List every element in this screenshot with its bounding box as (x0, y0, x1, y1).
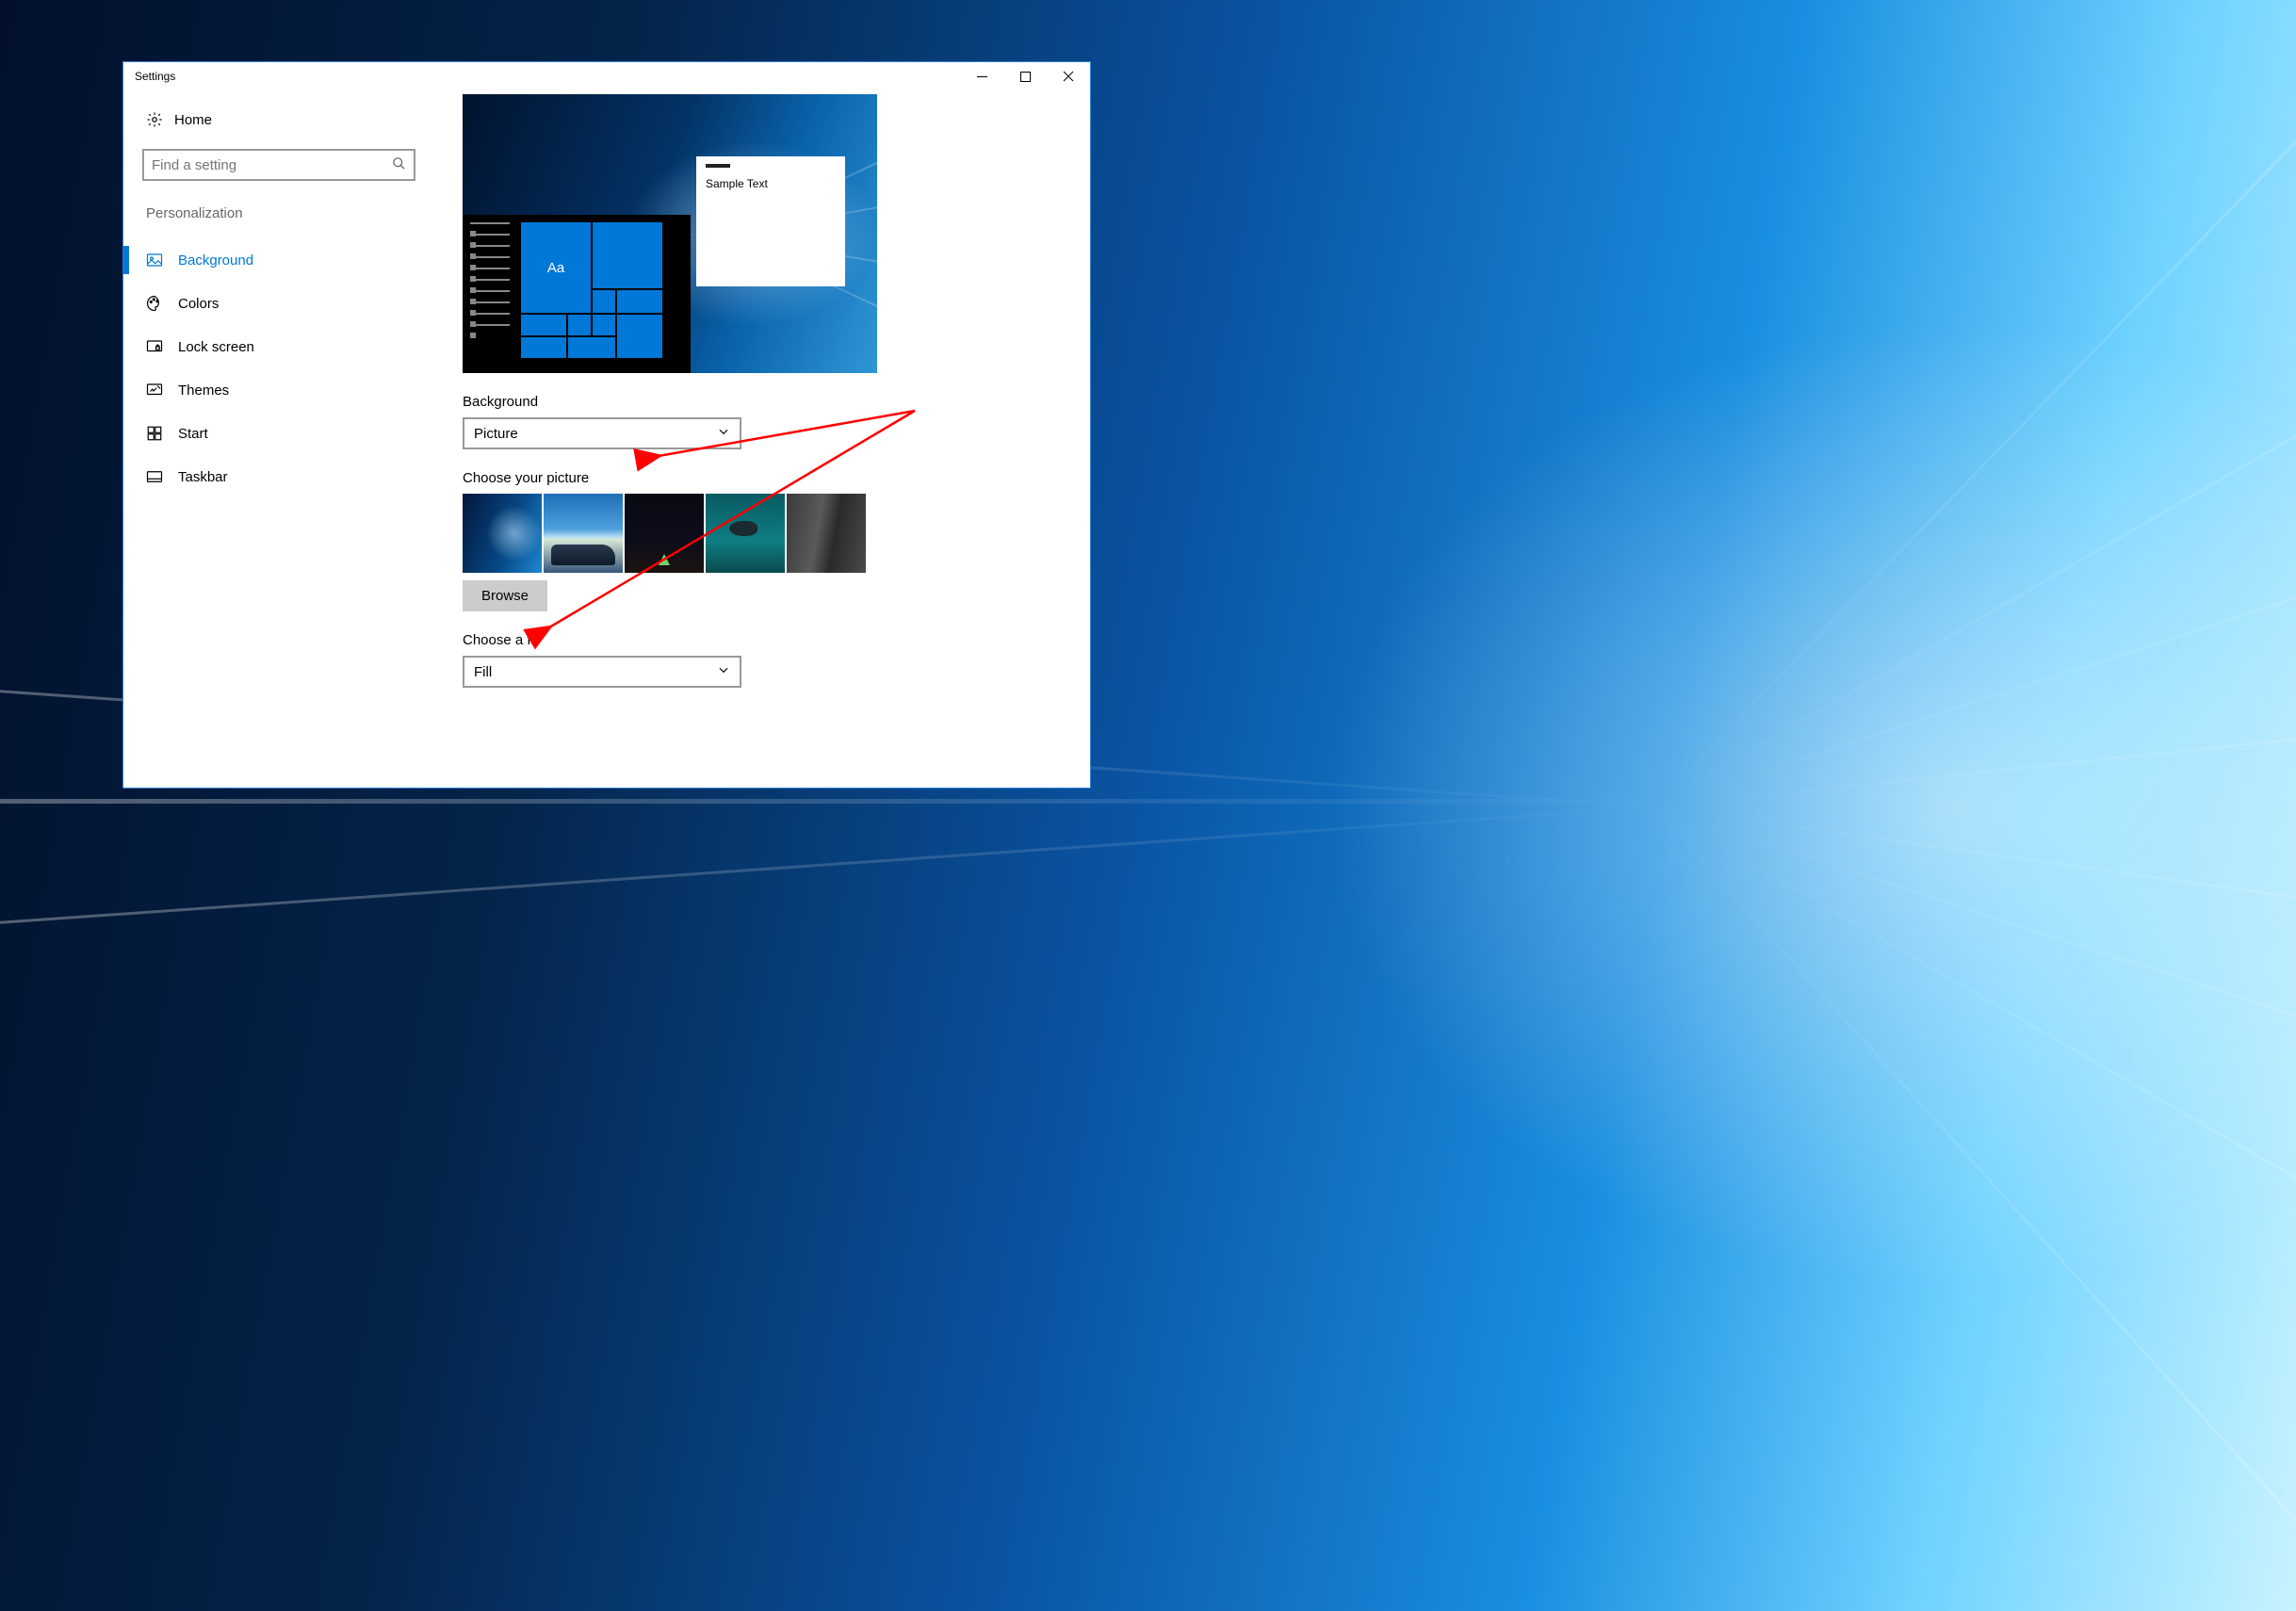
themes-icon (146, 382, 163, 399)
window-controls (960, 62, 1090, 90)
sidebar-item-start[interactable]: Start (123, 412, 415, 455)
search-box[interactable] (142, 149, 415, 181)
sidebar-item-label: Taskbar (178, 469, 228, 485)
background-label: Background (463, 394, 1071, 410)
titlebar[interactable]: Settings (123, 62, 1090, 90)
sidebar-items: Background Colors (123, 238, 415, 498)
chevron-down-icon (717, 425, 730, 442)
picture-thumb-3[interactable] (625, 494, 704, 573)
sidebar-item-background[interactable]: Background (123, 238, 415, 282)
sidebar-item-themes[interactable]: Themes (123, 368, 415, 412)
sidebar-item-label: Start (178, 426, 208, 442)
picture-thumb-4[interactable] (706, 494, 785, 573)
window-title: Settings (135, 70, 175, 83)
home-nav[interactable]: Home (142, 102, 415, 138)
fit-dropdown[interactable]: Fill (463, 656, 741, 688)
preview-sample-window: Sample Text (696, 156, 845, 286)
sidebar-item-colors[interactable]: Colors (123, 282, 415, 325)
palette-icon (146, 295, 163, 312)
sidebar-item-lockscreen[interactable]: Lock screen (123, 325, 415, 368)
choose-fit-label: Choose a fit (463, 632, 1071, 648)
lockscreen-icon (146, 338, 163, 355)
preview-tile-aa: Aa (521, 222, 591, 313)
picture-icon (146, 252, 163, 268)
maximize-button[interactable] (1003, 62, 1047, 90)
preview-sample-text: Sample Text (706, 177, 768, 190)
settings-window: Settings Home (122, 61, 1091, 789)
sidebar-category: Personalization (142, 205, 415, 221)
search-icon (392, 156, 406, 174)
search-input[interactable] (152, 157, 392, 173)
fit-dropdown-value: Fill (474, 664, 492, 680)
minimize-button[interactable] (960, 62, 1003, 90)
preview-start-panel: Aa (463, 215, 691, 373)
gear-icon (146, 111, 163, 128)
sidebar-item-label: Colors (178, 296, 219, 312)
home-label: Home (174, 112, 212, 128)
choose-picture-label: Choose your picture (463, 470, 1071, 486)
taskbar-icon (146, 468, 163, 485)
background-dropdown-value: Picture (474, 426, 518, 442)
sidebar-item-label: Lock screen (178, 339, 254, 355)
close-button[interactable] (1047, 62, 1090, 90)
browse-button[interactable]: Browse (463, 580, 547, 611)
picture-thumb-1[interactable] (463, 494, 542, 573)
picture-thumb-5[interactable] (787, 494, 866, 573)
sidebar-item-taskbar[interactable]: Taskbar (123, 455, 415, 498)
background-dropdown[interactable]: Picture (463, 417, 741, 449)
sidebar: Home Personalization (123, 90, 434, 788)
picture-thumb-2[interactable] (544, 494, 623, 573)
background-preview: Aa Sample Text (463, 94, 877, 373)
sidebar-item-label: Background (178, 252, 253, 268)
browse-button-label: Browse (481, 588, 529, 604)
sidebar-item-label: Themes (178, 382, 229, 399)
start-icon (146, 425, 163, 442)
chevron-down-icon (717, 663, 730, 680)
picture-thumbnails (463, 494, 1071, 573)
main-content: Aa Sample Text Background Picture (434, 90, 1090, 788)
